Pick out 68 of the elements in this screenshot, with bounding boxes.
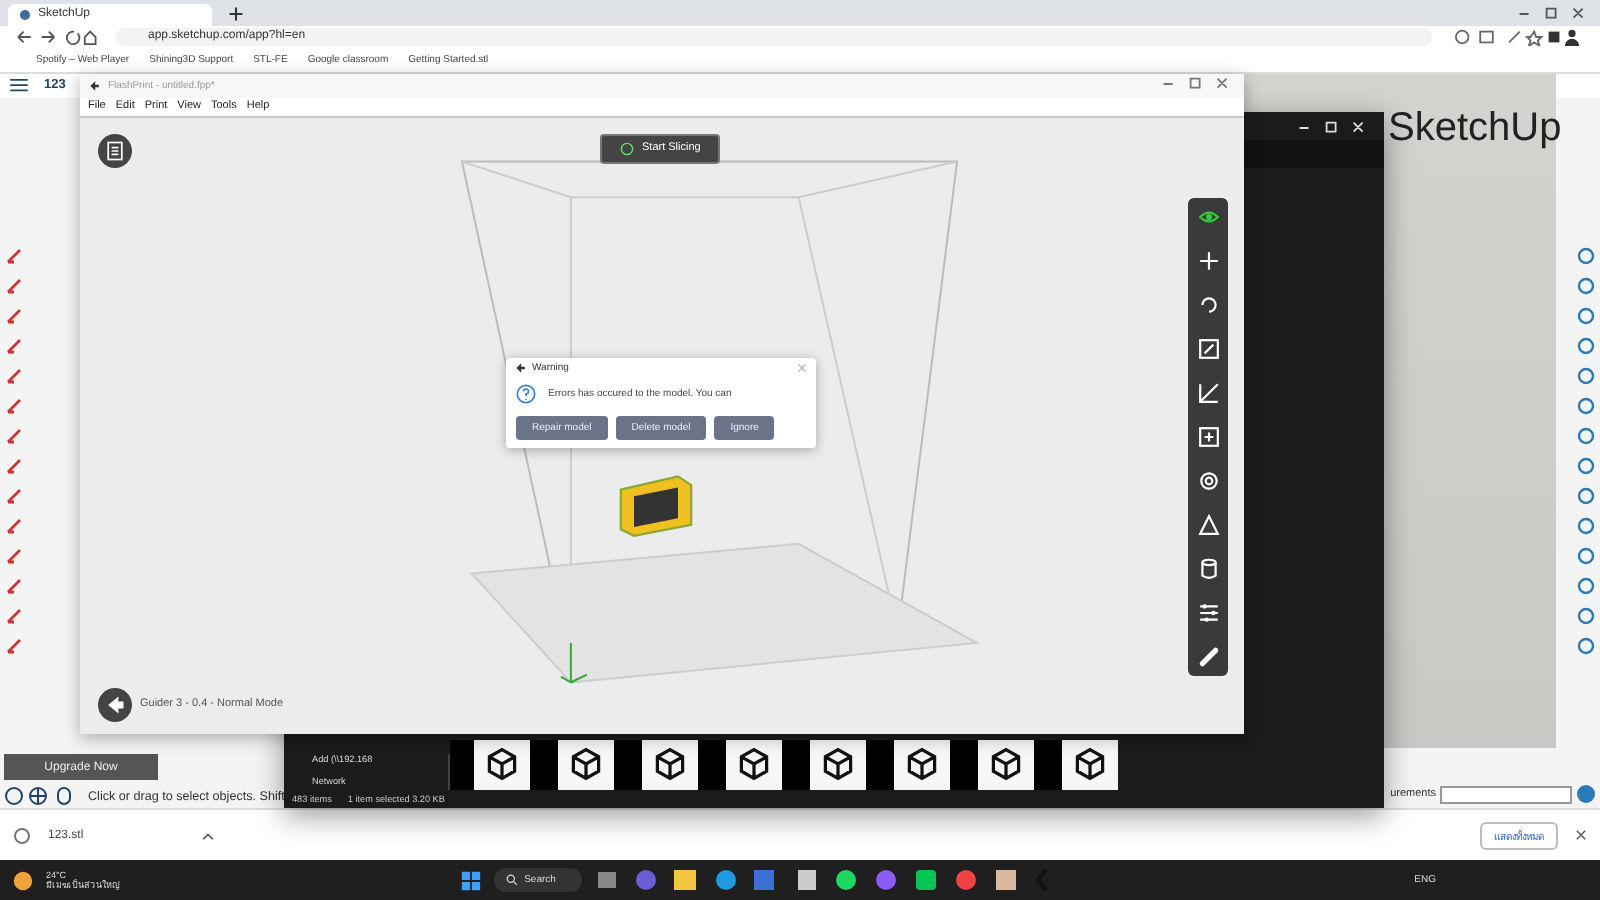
tool-icon[interactable]: [1576, 245, 1596, 266]
menu-icon[interactable]: [10, 78, 28, 93]
rotate-icon[interactable]: [1197, 293, 1219, 316]
file-thumbnail[interactable]: [558, 739, 614, 790]
tool-icon[interactable]: [4, 395, 24, 416]
tool-icon[interactable]: [4, 455, 24, 476]
tool-icon[interactable]: [1576, 485, 1596, 506]
tool-icon[interactable]: [1576, 455, 1596, 476]
file-thumbnail[interactable]: [642, 739, 698, 790]
file-thumbnail[interactable]: [810, 739, 866, 790]
windows-start-icon[interactable]: [460, 869, 483, 892]
navigation-buttons-icon[interactable]: [12, 28, 100, 47]
tool-icon[interactable]: [1576, 275, 1596, 296]
document-icon[interactable]: [98, 133, 132, 168]
tool-icon[interactable]: [1576, 365, 1596, 386]
tool-icon[interactable]: [4, 425, 24, 446]
tool-icon[interactable]: [1576, 515, 1596, 536]
sliders-icon[interactable]: [1197, 601, 1219, 624]
cube-icon: [652, 746, 688, 783]
tool-icon[interactable]: [4, 635, 24, 656]
tool-icon[interactable]: [4, 515, 24, 536]
tool-icon[interactable]: [4, 545, 24, 566]
tool-icon[interactable]: [1576, 575, 1596, 596]
weather-sun-icon: [12, 869, 34, 892]
scale-icon[interactable]: [1197, 337, 1219, 360]
file-thumbnail[interactable]: [894, 739, 950, 790]
tool-icon[interactable]: [1576, 305, 1596, 326]
file-thumbnail[interactable]: [474, 739, 530, 790]
tool-icon[interactable]: [4, 365, 24, 386]
tool-icon[interactable]: [1576, 425, 1596, 446]
tool-icon[interactable]: [4, 575, 24, 596]
cylinder-icon[interactable]: [1197, 557, 1219, 580]
tool-icon[interactable]: [1576, 545, 1596, 566]
tool-icon[interactable]: [4, 305, 24, 326]
tool-icon[interactable]: [1576, 395, 1596, 416]
cube-icon: [820, 746, 856, 783]
file-thumbnail[interactable]: [978, 739, 1034, 790]
question-icon: [516, 383, 536, 404]
measurements-field[interactable]: [1440, 785, 1572, 804]
flashprint-logo-icon: [514, 361, 526, 374]
close-icon[interactable]: [1574, 828, 1588, 843]
cube-icon: [568, 746, 604, 783]
window-controls-icon[interactable]: [1296, 119, 1368, 136]
new-tab-icon[interactable]: [228, 5, 244, 22]
tool-icon[interactable]: [4, 275, 24, 296]
move-arrows-icon[interactable]: [1197, 249, 1219, 272]
globe-icon[interactable]: [1576, 784, 1596, 805]
sketchup-brand-text: SketchUp: [1388, 105, 1562, 152]
tool-icon[interactable]: [4, 605, 24, 626]
file-thumbnail[interactable]: [726, 739, 782, 790]
tool-icon[interactable]: [1576, 635, 1596, 656]
flashprint-logo-icon: [88, 79, 100, 92]
file-thumbnail[interactable]: [1062, 739, 1118, 790]
cube-icon: [904, 746, 940, 783]
help-globe-mouse-icons-icon[interactable]: [4, 786, 76, 807]
cube-icon: [484, 746, 520, 783]
tool-icon[interactable]: [1576, 605, 1596, 626]
tool-icon[interactable]: [4, 485, 24, 506]
tool-icon[interactable]: [4, 245, 24, 266]
tool-icon[interactable]: [1576, 335, 1596, 356]
cube-icon: [988, 746, 1024, 783]
support-icon[interactable]: [1197, 425, 1219, 448]
tool-icon[interactable]: [4, 335, 24, 356]
window-controls-icon[interactable]: [1516, 5, 1588, 22]
cube-icon: [1072, 746, 1108, 783]
search-icon: [506, 874, 519, 887]
sketchup-favicon-icon: [20, 9, 30, 20]
cube-icon: [736, 746, 772, 783]
